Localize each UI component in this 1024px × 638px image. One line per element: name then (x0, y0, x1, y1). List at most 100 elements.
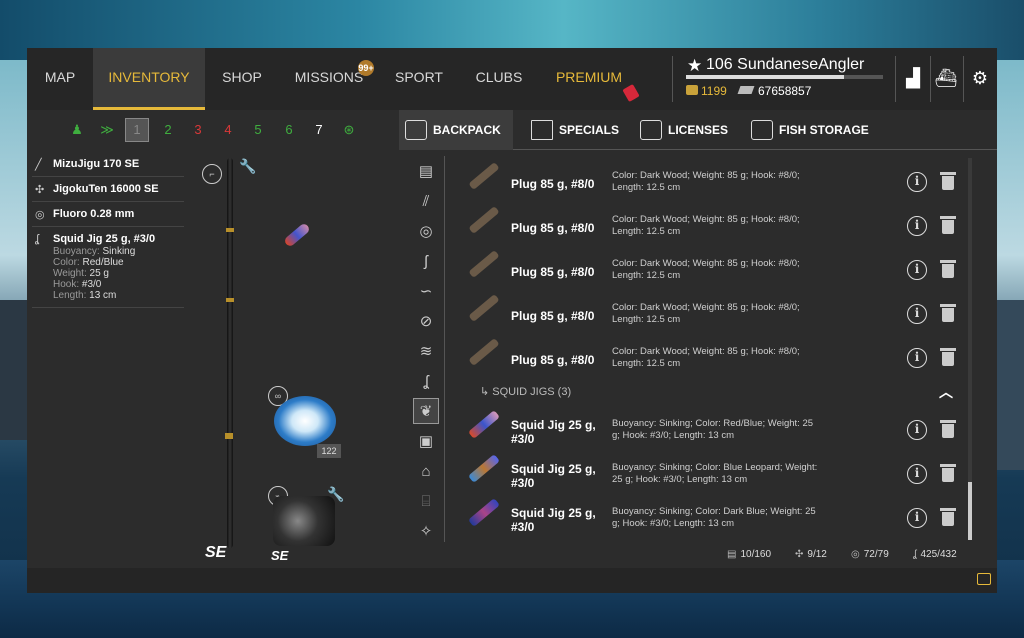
info-icon[interactable]: i (907, 216, 927, 236)
all-items-icon[interactable]: ▤ (413, 158, 439, 184)
capacity-stats: ▤ 10/160 ✣ 9/12 ◎ 72/79 ʆ 425/432 (727, 549, 977, 565)
list-item[interactable]: Squid Jig 25 g, #3/0 Buoyancy: Sinking; … (455, 454, 975, 498)
nav-divider (895, 56, 896, 102)
info-icon[interactable]: i (907, 464, 927, 484)
line-length-count: 122 (317, 444, 341, 458)
item-name: Plug 85 g, #8/0 (511, 177, 595, 191)
storage-category-icon[interactable]: ⌸ (413, 488, 439, 514)
info-icon[interactable]: i (907, 260, 927, 280)
backpack-icon: ▤ (727, 549, 737, 560)
angler-figure-icon[interactable]: ♟ (67, 120, 87, 140)
list-item[interactable]: Plug 85 g, #8/0 Color: Dark Wood; Weight… (455, 162, 975, 206)
nav-map[interactable]: MAP (27, 48, 93, 110)
scrollbar-thumb[interactable] (968, 482, 972, 540)
add-rod-icon[interactable]: ⊛ (339, 120, 359, 140)
nav-inventory[interactable]: INVENTORY (93, 48, 205, 110)
rod-slot-5[interactable]: 5 (248, 120, 268, 140)
lure-detail-value: #3/0 (81, 279, 102, 290)
list-item[interactable]: Squid Jig 25 g, #3/0 Buoyancy: Sinking; … (455, 410, 975, 454)
misc-category-icon[interactable]: ✧ (413, 518, 439, 544)
info-icon[interactable]: i (907, 508, 927, 528)
chat-icon[interactable] (977, 573, 991, 585)
nav-divider (963, 56, 964, 102)
reel-image[interactable] (273, 496, 335, 546)
leaderboard-icon[interactable]: ▟ (899, 64, 927, 92)
nav-shop[interactable]: SHOP (205, 48, 279, 110)
gold-coins-icon (686, 85, 698, 95)
rod-slot-3[interactable]: 3 (188, 120, 208, 140)
trash-icon[interactable] (940, 348, 956, 366)
info-icon[interactable]: i (907, 304, 927, 324)
equipped-lure-image[interactable] (283, 222, 311, 248)
terminal-tackle-category-icon[interactable]: ʃ (413, 248, 439, 274)
spoons-category-icon[interactable]: ⊘ (413, 308, 439, 334)
player-level-name[interactable]: 106 SundaneseAngler (706, 56, 864, 74)
worms-category-icon[interactable]: ∽ (413, 278, 439, 304)
boxes-category-icon[interactable]: ⌂ (413, 458, 439, 484)
settings-gear-icon[interactable]: ⚙ (966, 64, 994, 92)
trash-icon[interactable] (940, 464, 956, 482)
tab-specials[interactable]: SPECIALS (525, 110, 623, 150)
rod-slot-7[interactable]: 7 (309, 120, 329, 140)
trash-icon[interactable] (940, 216, 956, 234)
reel-capacity: ✣ 9/12 (795, 549, 827, 560)
tab-backpack[interactable]: BACKPACK (399, 110, 513, 150)
hooks-category-icon[interactable]: ʆ (413, 368, 439, 394)
list-item[interactable]: Plug 85 g, #8/0 Color: Dark Wood; Weight… (455, 294, 975, 338)
backpack-icon (405, 120, 427, 140)
background-rock-right (996, 300, 1024, 470)
nav-sport[interactable]: SPORT (379, 48, 459, 110)
equipped-rod[interactable]: ╱ MizuJigu 170 SE (32, 152, 184, 177)
list-item[interactable]: Plug 85 g, #8/0 Color: Dark Wood; Weight… (455, 206, 975, 250)
info-icon[interactable]: i (907, 348, 927, 368)
plug-image (468, 338, 500, 366)
line-spool-image[interactable] (274, 396, 336, 446)
equipped-lure[interactable]: ʆ Squid Jig 25 g, #3/0 Buoyancy: Sinking… (32, 227, 184, 308)
soft-baits-category-icon[interactable]: ≋ (413, 338, 439, 364)
line-spool-icon: ◎ (35, 209, 45, 221)
lure-detail-label: Hook: (53, 279, 80, 290)
lure-detail-row: Hook: #3/0 (53, 279, 184, 290)
line-spool-icon: ◎ (851, 549, 860, 560)
rod-slot-2[interactable]: 2 (158, 120, 178, 140)
chevron-up-icon[interactable]: ︿ (939, 382, 953, 402)
rod-slot-circle-icon[interactable]: ⌐ (202, 164, 222, 184)
nav-clubs[interactable]: CLUBS (459, 48, 539, 110)
tab-licenses-label: LICENSES (668, 123, 729, 137)
item-name: Plug 85 g, #8/0 (511, 309, 595, 323)
trash-icon[interactable] (940, 172, 956, 190)
equipped-reel[interactable]: ✣ JigokuTen 16000 SE (32, 177, 184, 202)
nav-missions[interactable]: MISSIONS (279, 48, 379, 110)
item-description: Buoyancy: Sinking; Color: Red/Blue; Weig… (612, 418, 814, 441)
top-navigation: MAP INVENTORY SHOP MISSIONS 99+ SPORT CL… (27, 48, 997, 110)
rod-slot-1[interactable]: 1 (125, 118, 149, 142)
lures-category-icon[interactable]: ❦ (413, 398, 439, 424)
group-header[interactable]: ↳ SQUID JIGS (3) (480, 385, 571, 398)
rod-slot-4[interactable]: 4 (218, 120, 238, 140)
tab-fish-storage[interactable]: FISH STORAGE (745, 110, 875, 150)
lure-detail-value: Sinking (102, 246, 136, 257)
trash-icon[interactable] (940, 260, 956, 278)
bags-category-icon[interactable]: ▣ (413, 428, 439, 454)
list-item[interactable]: Plug 85 g, #8/0 Color: Dark Wood; Weight… (455, 250, 975, 294)
nav-divider (672, 56, 673, 102)
tab-licenses[interactable]: LICENSES (634, 110, 736, 150)
wrench-icon[interactable]: 🔧 (239, 158, 256, 175)
rod-image[interactable] (227, 158, 233, 548)
info-icon[interactable]: i (907, 420, 927, 440)
trash-icon[interactable] (940, 508, 956, 526)
list-item[interactable]: Plug 85 g, #8/0 Color: Dark Wood; Weight… (455, 338, 975, 382)
nav-premium[interactable]: PREMIUM (539, 48, 639, 110)
trash-icon[interactable] (940, 304, 956, 322)
rods-category-icon[interactable]: ⫽ (413, 188, 439, 214)
reel-logo: SE (271, 548, 289, 563)
ship-icon[interactable]: ⛴ (932, 64, 960, 92)
lure-detail-label: Buoyancy: (53, 246, 100, 257)
rod-slot-6[interactable]: 6 (279, 120, 299, 140)
equipped-line[interactable]: ◎ Fluoro 0.28 mm (32, 202, 184, 227)
list-item[interactable]: Squid Jig 25 g, #3/0 Buoyancy: Sinking; … (455, 498, 975, 542)
fish-icon[interactable]: ≫ (97, 120, 117, 140)
info-icon[interactable]: i (907, 172, 927, 192)
lines-category-icon[interactable]: ◎ (413, 218, 439, 244)
trash-icon[interactable] (940, 420, 956, 438)
